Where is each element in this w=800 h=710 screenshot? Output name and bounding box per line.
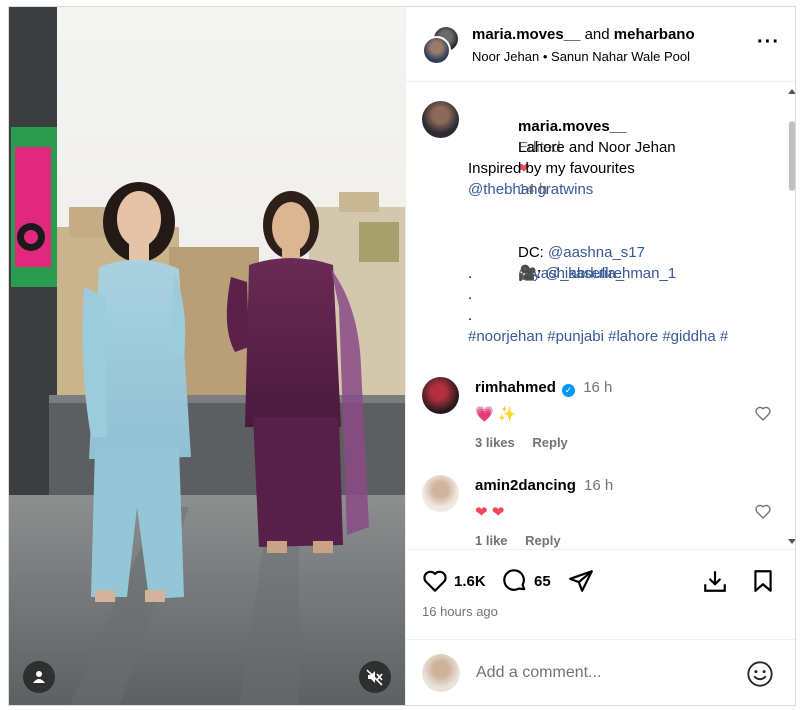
avatar[interactable] <box>422 377 459 414</box>
user-icon <box>33 671 45 683</box>
scrollbar[interactable] <box>786 83 795 548</box>
share-button[interactable] <box>568 568 594 594</box>
separator-dot: • <box>542 49 548 64</box>
more-options-icon[interactable]: ··· <box>757 32 780 52</box>
scroll-down-icon[interactable] <box>788 539 795 544</box>
caption-line: Inspired by my favourites <box>468 160 635 177</box>
post-media[interactable] <box>9 7 405 705</box>
speaker-muted-icon <box>366 669 383 686</box>
mention-link[interactable]: @thebhangratwins <box>468 181 593 198</box>
dc-label: DC: <box>518 244 549 261</box>
mention-link[interactable]: @_abdullrehman_1 <box>545 265 676 282</box>
post-side-panel: maria.moves__ and meharbano Noor Jehan •… <box>405 7 795 705</box>
scroll-up-icon[interactable] <box>788 89 795 94</box>
scrollbar-thumb[interactable] <box>789 121 795 191</box>
paper-plane-icon <box>569 570 593 592</box>
avatar <box>422 36 451 65</box>
download-button[interactable] <box>702 568 728 594</box>
comment-time: 16 h <box>583 379 613 396</box>
post-dialog: maria.moves__ and meharbano Noor Jehan •… <box>8 6 796 706</box>
reply-button[interactable]: Reply <box>525 533 560 548</box>
mention-link[interactable]: @aashna_s17 <box>548 244 645 261</box>
like-button[interactable]: 1.6K <box>422 568 486 594</box>
post-header: maria.moves__ and meharbano Noor Jehan •… <box>406 7 795 82</box>
location-link[interactable]: Sanun Nahar Wale Pool <box>551 49 690 64</box>
author-joiner: and <box>584 26 610 43</box>
action-bar: 1.6K 65 16 hours ago <box>406 549 795 639</box>
reply-button[interactable]: Reply <box>532 435 567 450</box>
comment-text: ❤ ❤ <box>475 504 505 521</box>
caption-dot: . <box>468 286 473 303</box>
comment-username[interactable]: rimhahmed <box>475 379 556 396</box>
mute-button[interactable] <box>359 661 391 693</box>
comment-time: 16 h <box>584 477 614 494</box>
comment-text: 💗 ✨ <box>475 406 517 423</box>
caption-username[interactable]: maria.moves__ <box>518 118 626 135</box>
heart-outline-icon <box>423 570 447 592</box>
tagged-users-button[interactable] <box>23 661 55 693</box>
comment-likes[interactable]: 1 like <box>475 533 508 548</box>
audio-location: Noor Jehan • Sanun Nahar Wale Pool <box>472 49 690 64</box>
hashtags[interactable]: #noorjehan #punjabi #lahore #giddha # <box>468 328 728 345</box>
download-icon <box>704 571 726 592</box>
comment-count[interactable]: 65 <box>534 573 551 590</box>
collab-avatars[interactable] <box>422 25 462 65</box>
save-button[interactable] <box>750 568 776 594</box>
comment-item: amin2dancing 16 h ❤ ❤ 1 like Reply <box>422 475 772 548</box>
verified-badge-icon: ✓ <box>562 384 576 397</box>
bookmark-icon <box>754 570 772 592</box>
author-names: maria.moves__ and meharbano <box>472 26 695 43</box>
comment-bubble-icon <box>503 569 526 591</box>
camera-emoji-icon: 🎥: <box>518 265 546 282</box>
heart-outline-icon[interactable] <box>754 503 772 521</box>
avatar <box>422 654 460 692</box>
add-comment-bar: Add a comment... <box>406 639 795 705</box>
post-time: 16 hours ago <box>422 604 498 619</box>
comment-username[interactable]: amin2dancing <box>475 477 576 494</box>
like-count[interactable]: 1.6K <box>454 573 486 590</box>
coauthor-link[interactable]: meharbano <box>614 26 695 43</box>
video-frame <box>9 7 405 705</box>
emoji-icon[interactable] <box>746 660 774 688</box>
comment-input[interactable]: Add a comment... <box>476 664 601 682</box>
audio-link[interactable]: Noor Jehan <box>472 49 539 64</box>
avatar[interactable] <box>422 475 459 512</box>
author-link[interactable]: maria.moves__ <box>472 26 580 43</box>
comment-item: rimhahmed ✓ 16 h 💗 ✨ 3 likes Reply <box>422 377 772 467</box>
caption-line: Lahore and Noor Jehan <box>518 139 676 156</box>
comment-button[interactable]: 65 <box>502 568 551 594</box>
caption-dot: . <box>468 307 473 324</box>
heart-outline-icon[interactable] <box>754 405 772 423</box>
comment-likes[interactable]: 3 likes <box>475 435 515 450</box>
avatar[interactable] <box>422 101 459 138</box>
comments-scroll-area[interactable]: maria.moves__ Edited • 14 h Lahore and N… <box>406 83 795 548</box>
